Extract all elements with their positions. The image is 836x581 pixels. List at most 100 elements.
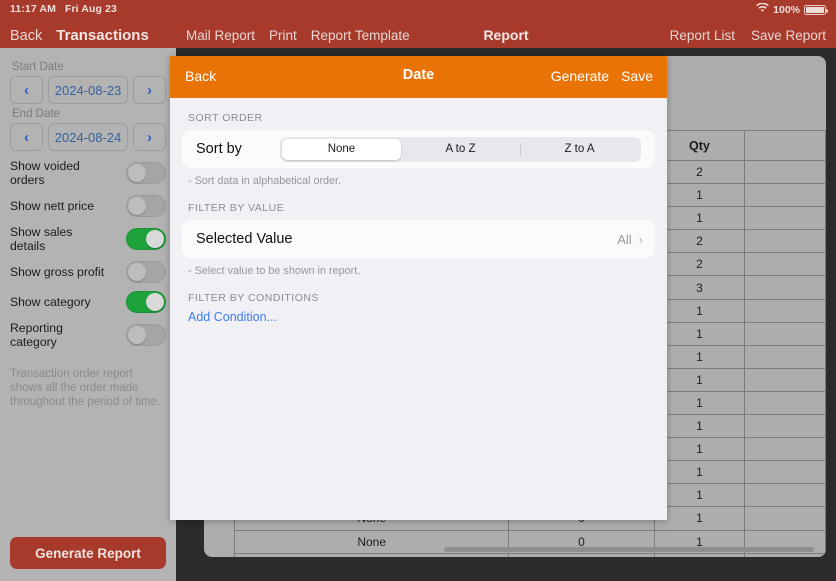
cell-spacer [744,298,826,323]
toggle-row[interactable]: Show nett price [10,191,166,221]
sort-option-z-to-a[interactable]: Z to A [520,139,639,160]
cell-qty: 3 [653,275,746,300]
cell-qty: 1 [653,367,746,392]
filter-by-value-hint: - Select value to be shown in report. [188,265,361,277]
status-bar-date: Fri Aug 23 [64,3,117,15]
cell-qty: 2 [653,252,746,277]
column-header-spacer [744,130,826,161]
cell-spacer [744,344,826,369]
cell-spacer [744,275,826,300]
toggle-label: Show nett price [10,199,95,213]
toggle-label: Show category [10,295,91,309]
cell-spacer [744,229,826,254]
toggle-switch-show-sales-details[interactable] [126,228,166,250]
cell-qty: 2 [653,229,746,254]
sidebar-header: 11:17 AM Fri Aug 23 Back Transactions [0,0,176,48]
sort-option-none[interactable]: None [281,138,401,160]
sidebar: 11:17 AM Fri Aug 23 Back Transactions Sta… [0,0,176,581]
filter-by-conditions-section-label: FILTER BY CONDITIONS [188,292,319,304]
toggle-switch-show-nett-price[interactable] [126,195,166,217]
cell-spacer [744,437,826,462]
toggle-label: Reporting category [10,321,63,349]
cell-spacer [744,321,826,346]
save-report-button[interactable]: Save Report [751,28,826,43]
sort-by-label: Sort by [196,141,242,157]
cell-qty: 1 [653,552,746,557]
cell-spacer [744,552,826,557]
cell-spacer [744,183,826,208]
toggle-switch-show-voided-orders[interactable] [126,162,166,184]
toggle-switch-reporting-category[interactable] [126,324,166,346]
cell-spacer [744,390,826,416]
start-date-row: ‹ 2024-08-23 › [10,76,166,104]
cell-table: None [233,552,510,557]
wifi-icon [756,2,770,16]
selected-value-label: Selected Value [196,231,293,247]
toggle-row[interactable]: Show voided orders [10,155,166,191]
column-header-qty[interactable]: Qty [653,130,746,161]
status-bar-right: 100% [756,2,828,16]
filter-by-value-section-label: FILTER BY VALUE [188,202,285,214]
sort-by-segmented-control[interactable]: None A to Z Z to A [279,136,641,162]
toolbar-shadow-strip [352,48,836,56]
cell-qty: 1 [653,183,746,208]
battery-percent: 100% [773,3,800,16]
toggle-switch-show-category[interactable] [126,291,166,313]
start-date-prev-icon[interactable]: ‹ [10,76,43,104]
start-date-label: Start Date [12,61,64,73]
generate-report-button[interactable]: Generate Report [10,537,166,569]
cell-qty: 1 [653,321,746,346]
selected-value-value: All [617,231,632,247]
end-date-next-icon[interactable]: › [133,123,166,151]
app-root: 11:17 AM Fri Aug 23 Back Transactions Sta… [0,0,836,581]
start-date-input[interactable]: 2024-08-23 [48,76,128,104]
sort-by-card: Sort by None A to Z Z to A [182,130,655,168]
sort-option-a-to-z[interactable]: A to Z [401,139,520,160]
toggle-label: Show gross profit [10,265,105,279]
cell-spacer [744,506,826,531]
toggle-row[interactable]: Show sales details [10,221,166,257]
cell-spacer [744,159,826,185]
cell-qty: 1 [653,390,746,416]
add-condition-button[interactable]: Add Condition... [188,310,655,324]
toggle-row[interactable]: Show gross profit [10,257,166,287]
battery-icon [804,4,828,15]
toggle-label: Show voided orders [10,159,80,187]
cell-spacer [744,206,826,231]
selected-value-right: All › [617,232,643,247]
main-toolbar: 100% Mail Report Print Report Template R… [176,0,836,48]
selected-value-row[interactable]: Selected Value All › [182,220,655,258]
cell-spacer [744,367,826,392]
cell-qty: 1 [653,506,746,531]
sidebar-back-button[interactable]: Back [10,28,42,44]
table-row: None01 [233,552,826,557]
modal-header-actions: Generate Save [551,68,653,84]
end-date-input[interactable]: 2024-08-24 [48,123,128,151]
cell-spacer [744,483,826,508]
cell-qty: 1 [653,437,746,462]
end-date-row: ‹ 2024-08-24 › [10,123,166,151]
sidebar-nav: Back Transactions [0,27,176,44]
toggle-row[interactable]: Reporting category [10,317,166,353]
cell-qty: 1 [653,298,746,323]
modal-generate-button[interactable]: Generate [551,68,609,84]
cell-spacer [744,252,826,277]
cell-pax-no: 0 [508,552,655,557]
toggle-label: Show sales details [10,225,73,253]
modal-header: Back Date Generate Save [170,56,667,98]
toggle-row[interactable]: Show category [10,287,166,317]
status-bar-time: 11:17 AM [10,3,56,15]
end-date-prev-arrow[interactable]: ‹ [10,123,43,151]
cell-qty: 1 [653,414,746,439]
modal-save-button[interactable]: Save [621,68,653,84]
cell-qty: 1 [653,206,746,231]
sort-order-hint: - Sort data in alphabetical order. [188,175,342,187]
status-bar-left: 11:17 AM Fri Aug 23 [10,3,117,15]
report-list-button[interactable]: Report List [670,28,735,43]
horizontal-scrollbar[interactable] [444,547,814,552]
toggle-switch-show-gross-profit[interactable] [126,261,166,283]
cell-spacer [744,460,826,485]
sidebar-title: Transactions [56,27,149,44]
start-date-next-icon[interactable]: › [133,76,166,104]
cell-qty: 1 [653,483,746,508]
